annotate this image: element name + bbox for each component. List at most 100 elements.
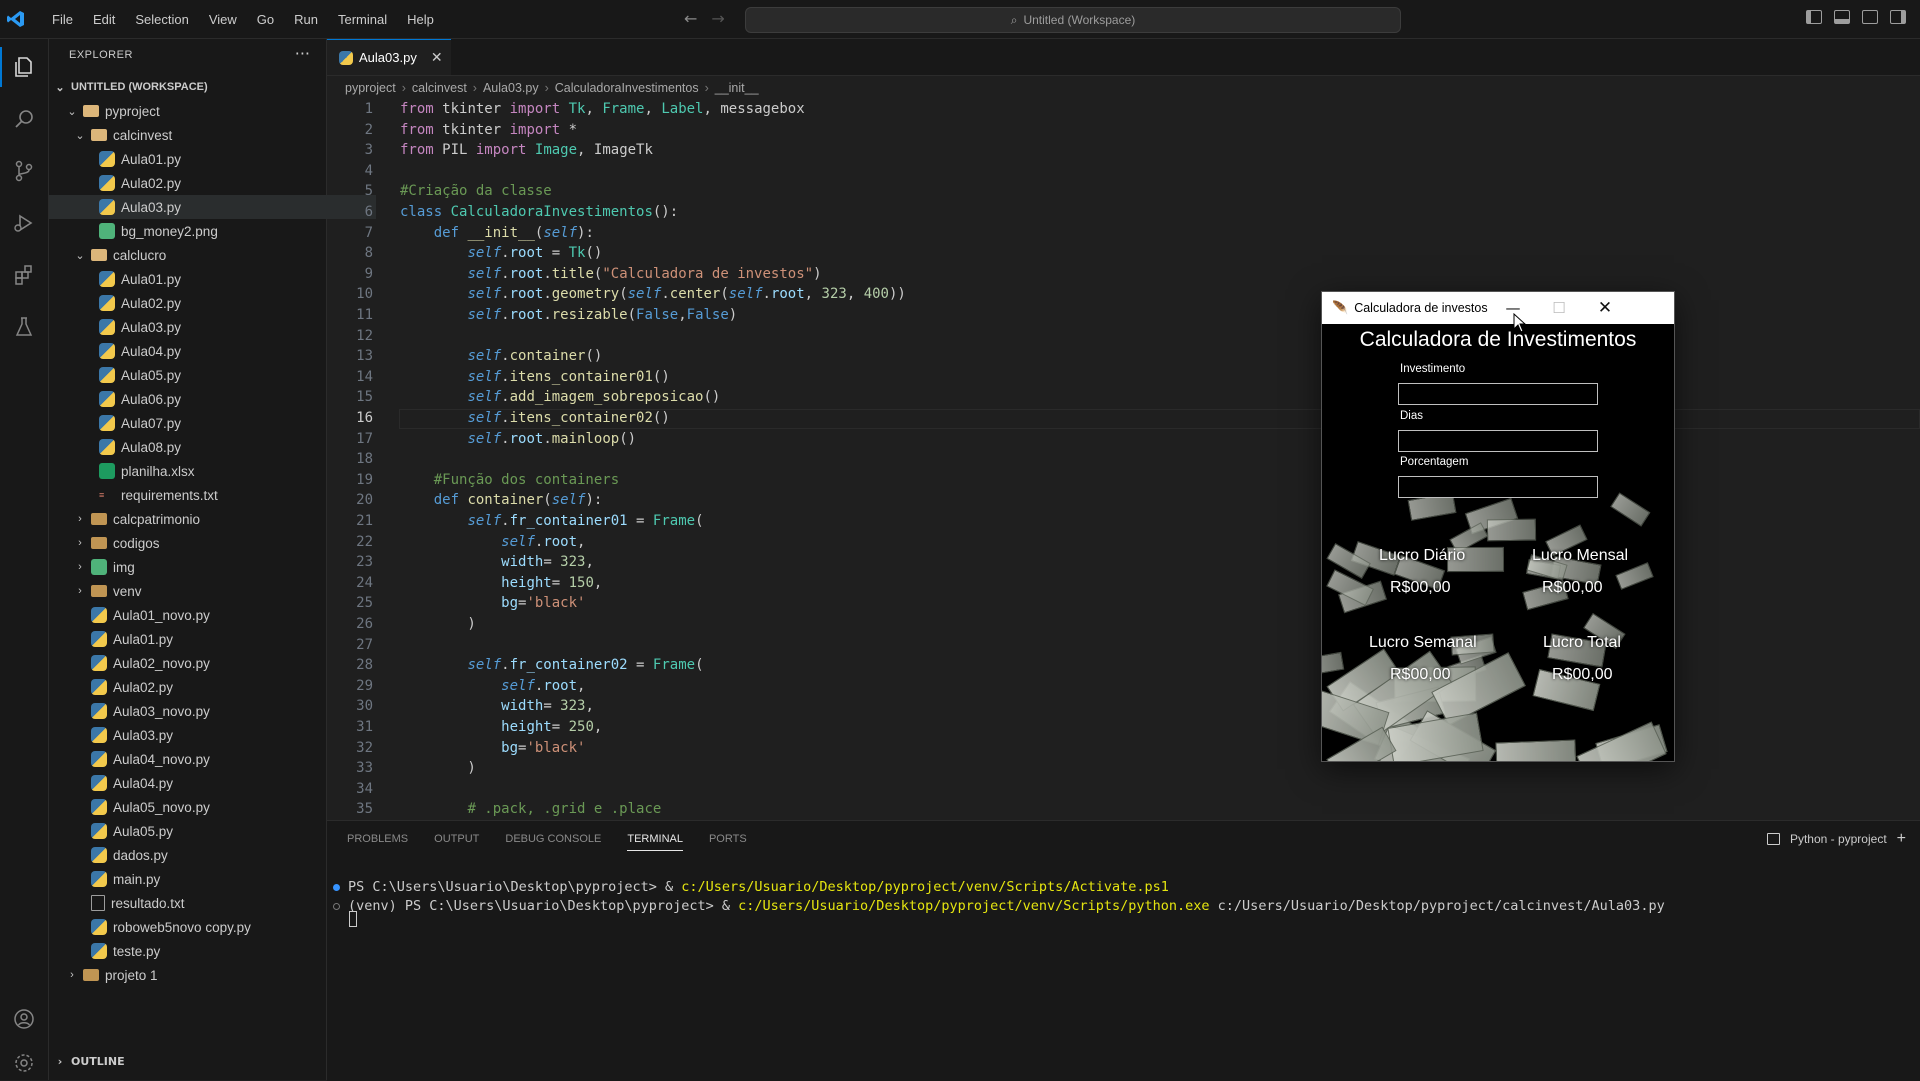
code-editor[interactable]: 1 from tkinter import Tk, Frame, Label, m… bbox=[327, 100, 1920, 818]
tree-item[interactable]: dados.py bbox=[49, 843, 368, 867]
code-line: ) bbox=[400, 760, 476, 777]
extensions-icon[interactable] bbox=[10, 261, 38, 289]
menu-item-edit[interactable]: Edit bbox=[83, 12, 125, 27]
maximize-icon[interactable]: ☐ bbox=[1536, 292, 1582, 324]
outline-section[interactable]: › OUTLINE bbox=[49, 1049, 326, 1073]
menu-item-view[interactable]: View bbox=[199, 12, 247, 27]
line-number: 28 bbox=[356, 657, 373, 674]
python-file-icon bbox=[91, 799, 107, 815]
tree-item[interactable]: ⌄ calclucro bbox=[49, 243, 350, 267]
tree-item[interactable]: ⌄ pyproject bbox=[49, 99, 342, 123]
tree-item[interactable]: Aula02_novo.py bbox=[49, 651, 368, 675]
investimento-input[interactable] bbox=[1398, 383, 1598, 405]
testing-flask-icon[interactable] bbox=[10, 313, 38, 341]
menu-item-run[interactable]: Run bbox=[284, 12, 328, 27]
porcentagem-input[interactable] bbox=[1398, 476, 1598, 498]
command-center-search[interactable]: ⌕ Untitled (Workspace) bbox=[745, 7, 1401, 33]
breadcrumb-item[interactable]: pyproject bbox=[345, 81, 396, 95]
code-line: self.fr_container02 = Frame( bbox=[467, 657, 704, 674]
menu-item-selection[interactable]: Selection bbox=[125, 12, 198, 27]
tree-item-label: Aula04.py bbox=[113, 775, 174, 791]
more-actions-icon[interactable]: ··· bbox=[295, 44, 310, 63]
tree-item[interactable]: Aula05_novo.py bbox=[49, 795, 368, 819]
panel-tab-terminal[interactable]: TERMINAL bbox=[627, 833, 683, 851]
lucro-semanal-value: R$00,00 bbox=[1390, 666, 1451, 683]
chevron-right-icon: › bbox=[70, 969, 74, 981]
customize-layout-icon[interactable] bbox=[1890, 10, 1906, 24]
tree-item[interactable]: teste.py bbox=[49, 939, 368, 963]
breadcrumb-item[interactable]: Aula03.py bbox=[483, 81, 539, 95]
python-file-icon bbox=[91, 631, 107, 647]
lucro-mensal-value: R$00,00 bbox=[1542, 579, 1603, 596]
dias-input[interactable] bbox=[1398, 430, 1598, 452]
tab-aula03[interactable]: Aula03.py ✕ bbox=[327, 39, 451, 75]
tree-item[interactable]: Aula02.py bbox=[49, 675, 368, 699]
explorer-files-icon[interactable] bbox=[10, 53, 38, 81]
menu-item-go[interactable]: Go bbox=[247, 12, 284, 27]
code-line: self.add_imagem_sobreposicao() bbox=[467, 389, 721, 406]
command-center-label: Untitled (Workspace) bbox=[1023, 13, 1136, 27]
tree-item[interactable]: ⌄ calcinvest bbox=[49, 123, 350, 147]
terminal-line: (venv) PS C:\Users\Usuario\Desktop\pypro… bbox=[333, 898, 1665, 914]
menu-item-help[interactable]: Help bbox=[397, 12, 444, 27]
line-number: 16 bbox=[356, 410, 373, 426]
terminal-selector[interactable]: Python - pyproject + bbox=[1766, 830, 1906, 848]
breadcrumb-item[interactable]: CalculadoraInvestimentos bbox=[555, 81, 699, 95]
tree-item[interactable]: Aula04.py bbox=[49, 771, 368, 795]
accounts-icon[interactable] bbox=[10, 1005, 38, 1033]
close-icon[interactable]: ✕ bbox=[431, 49, 443, 66]
tree-item[interactable]: › calcpatrimonio bbox=[49, 507, 350, 531]
tree-item[interactable]: › venv bbox=[49, 579, 350, 603]
new-terminal-icon[interactable]: + bbox=[1897, 830, 1906, 848]
tree-item[interactable]: Aula03_novo.py bbox=[49, 699, 368, 723]
python-file-icon bbox=[91, 823, 107, 839]
code-line: self.root.mainloop() bbox=[467, 430, 637, 447]
forward-arrow-icon[interactable]: → bbox=[711, 9, 724, 28]
code-line: self.fr_container01 = Frame( bbox=[467, 513, 704, 529]
source-control-icon[interactable] bbox=[10, 157, 38, 185]
tree-item[interactable]: Aula01_novo.py bbox=[49, 603, 368, 627]
line-number: 1 bbox=[364, 101, 373, 117]
menu-item-terminal[interactable]: Terminal bbox=[328, 12, 397, 27]
panel-tab-output[interactable]: OUTPUT bbox=[434, 833, 479, 851]
tree-item[interactable]: Aula01.py bbox=[49, 627, 368, 651]
terminal-line: PS C:\Users\Usuario\Desktop\pyproject> &… bbox=[333, 879, 1169, 895]
toggle-secondary-sidebar-icon[interactable] bbox=[1862, 10, 1878, 24]
tree-item-label: resultado.txt bbox=[111, 895, 185, 911]
breadcrumb-item[interactable]: __init__ bbox=[715, 81, 759, 95]
lucro-mensal-label: Lucro Mensal bbox=[1532, 547, 1629, 564]
investimento-label: Investimento bbox=[1400, 363, 1466, 375]
tree-item[interactable]: › img bbox=[49, 555, 350, 579]
requirements-file-icon: ≡ bbox=[99, 490, 105, 500]
tree-item[interactable]: Aula03.py bbox=[49, 723, 368, 747]
code-line: self.root, bbox=[501, 533, 586, 550]
tree-item[interactable]: › projeto 1 bbox=[49, 963, 342, 987]
tree-item-label: roboweb5novo copy.py bbox=[113, 919, 251, 935]
back-arrow-icon[interactable]: ← bbox=[684, 9, 697, 28]
tree-item[interactable]: resultado.txt bbox=[49, 891, 368, 915]
workspace-header[interactable]: ⌄ UNTITLED (WORKSPACE) bbox=[49, 75, 326, 99]
tree-item[interactable]: roboweb5novo copy.py bbox=[49, 915, 368, 939]
dias-label: Dias bbox=[1400, 410, 1424, 422]
lucro-semanal-label: Lucro Semanal bbox=[1369, 634, 1477, 651]
tree-item[interactable]: Aula05.py bbox=[49, 819, 368, 843]
toggle-panel-icon[interactable] bbox=[1834, 10, 1850, 24]
tree-item[interactable]: Aula04_novo.py bbox=[49, 747, 368, 771]
python-file-icon bbox=[99, 367, 115, 383]
tree-item[interactable]: › codigos bbox=[49, 531, 350, 555]
folder-icon bbox=[91, 537, 107, 549]
toggle-sidebar-icon[interactable] bbox=[1806, 10, 1822, 24]
python-file-icon bbox=[91, 943, 107, 959]
panel-tab-debug-console[interactable]: DEBUG CONSOLE bbox=[505, 833, 601, 851]
menu-item-file[interactable]: File bbox=[42, 12, 83, 27]
panel-tab-problems[interactable]: PROBLEMS bbox=[347, 833, 408, 851]
run-debug-icon[interactable] bbox=[10, 209, 38, 237]
python-file-icon bbox=[99, 415, 115, 431]
tree-item[interactable]: main.py bbox=[49, 867, 368, 891]
breadcrumb-item[interactable]: calcinvest bbox=[412, 81, 467, 95]
settings-gear-icon[interactable] bbox=[10, 1049, 38, 1077]
panel-tab-ports[interactable]: PORTS bbox=[709, 833, 747, 851]
tree-item-label: Aula02.py bbox=[121, 295, 182, 311]
search-icon[interactable] bbox=[10, 105, 38, 133]
close-icon[interactable]: ✕ bbox=[1582, 292, 1628, 324]
